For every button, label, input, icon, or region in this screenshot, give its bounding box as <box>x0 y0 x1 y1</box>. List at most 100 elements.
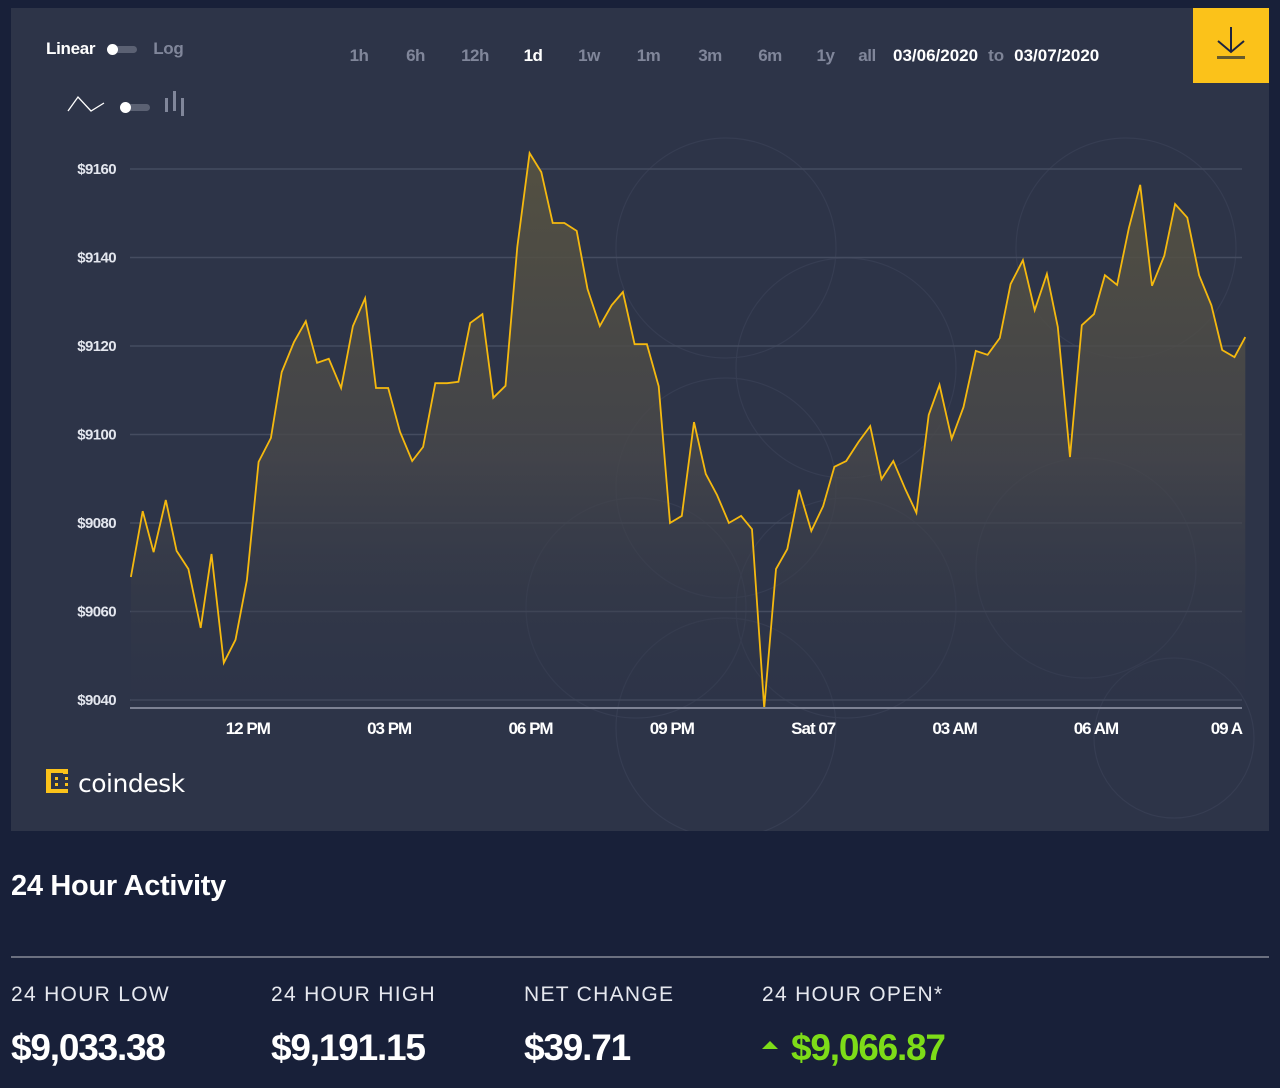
price-point[interactable] <box>692 420 696 424</box>
price-point[interactable] <box>234 638 238 642</box>
price-point[interactable] <box>491 396 495 400</box>
price-point[interactable] <box>904 488 908 492</box>
price-point[interactable] <box>1220 348 1224 352</box>
price-point[interactable] <box>539 170 543 174</box>
price-point[interactable] <box>152 550 156 554</box>
price-point[interactable] <box>562 221 566 225</box>
price-point[interactable] <box>1092 312 1096 316</box>
price-point[interactable] <box>621 290 625 294</box>
price-point[interactable] <box>797 488 801 492</box>
price-point[interactable] <box>680 514 684 518</box>
price-point[interactable] <box>575 229 579 233</box>
price-point[interactable] <box>1103 273 1107 277</box>
price-point[interactable] <box>1127 226 1131 230</box>
price-point[interactable] <box>1021 258 1025 262</box>
price-point[interactable] <box>1197 273 1201 277</box>
price-point[interactable] <box>645 342 649 346</box>
price-point[interactable] <box>468 321 472 325</box>
price-point[interactable] <box>774 567 778 571</box>
price-point[interactable] <box>480 312 484 316</box>
price-point[interactable] <box>1045 272 1049 276</box>
price-point[interactable] <box>528 151 532 155</box>
price-point[interactable] <box>292 340 296 344</box>
price-point[interactable] <box>938 383 942 387</box>
price-point[interactable] <box>715 493 719 497</box>
price-point[interactable] <box>750 527 754 531</box>
price-point[interactable] <box>1209 303 1213 307</box>
price-point[interactable] <box>1243 335 1247 339</box>
price-point[interactable] <box>927 413 931 417</box>
price-point[interactable] <box>315 361 319 365</box>
coindesk-logo[interactable]: coindesk <box>46 768 185 799</box>
price-point[interactable] <box>280 370 284 374</box>
price-point[interactable] <box>633 342 637 346</box>
price-point[interactable] <box>821 504 825 508</box>
price-point[interactable] <box>504 384 508 388</box>
price-point[interactable] <box>610 303 614 307</box>
price-point[interactable] <box>551 221 555 225</box>
price-point[interactable] <box>739 514 743 518</box>
price-point[interactable] <box>857 440 861 444</box>
stat-value: $9,191.15 <box>271 1027 426 1068</box>
price-point[interactable] <box>1233 355 1237 359</box>
price-point[interactable] <box>186 567 190 571</box>
price-point[interactable] <box>515 245 519 249</box>
price-point[interactable] <box>598 324 602 328</box>
price-point[interactable] <box>1056 325 1060 329</box>
stat-net-change: NET CHANGE $39.71 <box>524 983 674 1069</box>
price-point[interactable] <box>1009 282 1013 286</box>
price-point[interactable] <box>986 353 990 357</box>
price-point[interactable] <box>245 578 249 582</box>
price-point[interactable] <box>668 521 672 525</box>
price-point[interactable] <box>327 357 331 361</box>
price-point[interactable] <box>1033 308 1037 312</box>
price-point[interactable] <box>1138 183 1142 187</box>
price-point[interactable] <box>164 498 168 502</box>
price-point[interactable] <box>222 661 226 665</box>
price-point[interactable] <box>269 436 273 440</box>
price-point[interactable] <box>891 459 895 463</box>
price-point[interactable] <box>868 424 872 428</box>
price-point[interactable] <box>844 459 848 463</box>
price-point[interactable] <box>880 477 884 481</box>
price-point[interactable] <box>129 575 133 579</box>
price-point[interactable] <box>1150 284 1154 288</box>
price-point[interactable] <box>410 459 414 463</box>
price-point[interactable] <box>914 511 918 515</box>
price-point[interactable] <box>445 381 449 385</box>
price-point[interactable] <box>351 324 355 328</box>
price-point[interactable] <box>1185 216 1189 220</box>
price-point[interactable] <box>175 549 179 553</box>
price-point[interactable] <box>704 472 708 476</box>
price-point[interactable] <box>998 336 1002 340</box>
price-point[interactable] <box>1115 283 1119 287</box>
price-point[interactable] <box>832 465 836 469</box>
price-point[interactable] <box>1080 323 1084 327</box>
price-point[interactable] <box>586 287 590 291</box>
price-point[interactable] <box>1068 455 1072 459</box>
price-point[interactable] <box>456 380 460 384</box>
price-point[interactable] <box>1162 254 1166 258</box>
price-point[interactable] <box>727 521 731 525</box>
price-point[interactable] <box>141 509 145 513</box>
price-point[interactable] <box>950 437 954 441</box>
price-point[interactable] <box>433 381 437 385</box>
price-point[interactable] <box>374 386 378 390</box>
stat-24h-open: 24 HOUR OPEN* $9,066.87 <box>762 983 946 1069</box>
price-point[interactable] <box>657 384 661 388</box>
price-point[interactable] <box>257 460 261 464</box>
price-point[interactable] <box>210 552 214 556</box>
price-point[interactable] <box>199 626 203 630</box>
price-point[interactable] <box>1173 202 1177 206</box>
price-point[interactable] <box>974 349 978 353</box>
trend-up-icon <box>762 1041 778 1049</box>
price-point[interactable] <box>363 296 367 300</box>
price-point[interactable] <box>962 405 966 409</box>
price-point[interactable] <box>809 529 813 533</box>
price-point[interactable] <box>398 430 402 434</box>
price-point[interactable] <box>421 445 425 449</box>
price-point[interactable] <box>386 386 390 390</box>
price-point[interactable] <box>339 386 343 390</box>
price-point[interactable] <box>304 319 308 323</box>
price-point[interactable] <box>785 547 789 551</box>
